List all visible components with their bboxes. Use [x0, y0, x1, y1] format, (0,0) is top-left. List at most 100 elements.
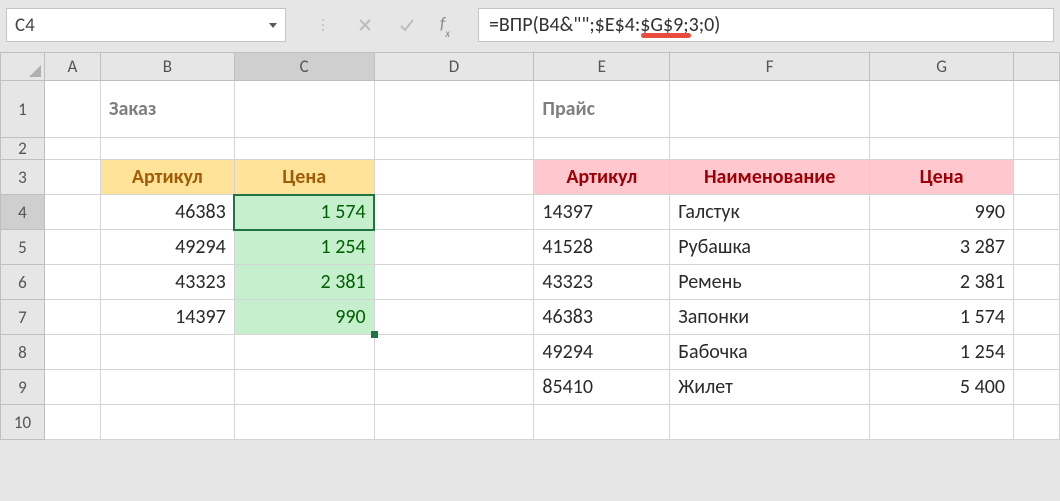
- cell-F1[interactable]: [670, 81, 870, 138]
- cell-D2[interactable]: [374, 138, 534, 160]
- cell-F4[interactable]: Галстук: [670, 195, 870, 230]
- cell-G3-header[interactable]: Цена: [870, 160, 1014, 195]
- cell-A7[interactable]: [44, 300, 100, 335]
- row-header-7[interactable]: 7: [1, 300, 45, 335]
- cell-E4[interactable]: 14397: [534, 195, 670, 230]
- cell-E9[interactable]: 85410: [534, 370, 670, 405]
- cell-D10[interactable]: [374, 405, 534, 440]
- cell-E10[interactable]: [534, 405, 670, 440]
- cell-F8[interactable]: Бабочка: [670, 335, 870, 370]
- cell-F7[interactable]: Запонки: [670, 300, 870, 335]
- cell-D5[interactable]: [374, 230, 534, 265]
- formula-input[interactable]: =ВПР(B4&"";$E$4:$G$9;3;0): [478, 8, 1054, 42]
- select-all-corner[interactable]: [1, 53, 45, 81]
- cell-G7[interactable]: 1 574: [870, 300, 1014, 335]
- col-header-G[interactable]: G: [870, 53, 1014, 81]
- cell-G9[interactable]: 5 400: [870, 370, 1014, 405]
- cell-D4[interactable]: [374, 195, 534, 230]
- cell-E7[interactable]: 46383: [534, 300, 670, 335]
- col-header-B[interactable]: B: [100, 53, 234, 81]
- cell-B2[interactable]: [100, 138, 234, 160]
- row-header-3[interactable]: 3: [1, 160, 45, 195]
- cell-F9[interactable]: Жилет: [670, 370, 870, 405]
- name-box[interactable]: C4: [6, 8, 286, 42]
- cell-blank4[interactable]: [1013, 195, 1059, 230]
- fx-icon[interactable]: fx: [440, 13, 456, 36]
- cell-C8[interactable]: [234, 335, 374, 370]
- col-header-F[interactable]: F: [670, 53, 870, 81]
- cell-blank1[interactable]: [1013, 81, 1059, 138]
- cell-B7[interactable]: 14397: [100, 300, 234, 335]
- cell-blank6[interactable]: [1013, 265, 1059, 300]
- cell-blank2[interactable]: [1013, 138, 1059, 160]
- cell-A5[interactable]: [44, 230, 100, 265]
- cell-C4-selected[interactable]: 1 574: [234, 195, 374, 230]
- cell-A10[interactable]: [44, 405, 100, 440]
- name-box-dropdown-icon[interactable]: [269, 23, 277, 28]
- row-header-6[interactable]: 6: [1, 265, 45, 300]
- cell-E2[interactable]: [534, 138, 670, 160]
- cell-B6[interactable]: 43323: [100, 265, 234, 300]
- cell-C3-header[interactable]: Цена: [234, 160, 374, 195]
- cell-C5[interactable]: 1 254: [234, 230, 374, 265]
- cell-D1[interactable]: [374, 81, 534, 138]
- cell-B8[interactable]: [100, 335, 234, 370]
- row-header-2[interactable]: 2: [1, 138, 45, 160]
- cell-blank10[interactable]: [1013, 405, 1059, 440]
- cell-F10[interactable]: [670, 405, 870, 440]
- row-header-1[interactable]: 1: [1, 81, 45, 138]
- cell-blank9[interactable]: [1013, 370, 1059, 405]
- accept-icon[interactable]: [398, 16, 416, 34]
- cell-C9[interactable]: [234, 370, 374, 405]
- cell-blank7[interactable]: [1013, 300, 1059, 335]
- cell-E6[interactable]: 43323: [534, 265, 670, 300]
- cell-F5[interactable]: Рубашка: [670, 230, 870, 265]
- row-header-4[interactable]: 4: [1, 195, 45, 230]
- cell-C1[interactable]: [234, 81, 374, 138]
- cell-C2[interactable]: [234, 138, 374, 160]
- cell-B9[interactable]: [100, 370, 234, 405]
- cell-A9[interactable]: [44, 370, 100, 405]
- cell-B3-header[interactable]: Артикул: [100, 160, 234, 195]
- row-header-9[interactable]: 9: [1, 370, 45, 405]
- cell-blank5[interactable]: [1013, 230, 1059, 265]
- cell-E1[interactable]: Прайс: [534, 81, 670, 138]
- cell-D3[interactable]: [374, 160, 534, 195]
- cell-A4[interactable]: [44, 195, 100, 230]
- cell-E3-header[interactable]: Артикул: [534, 160, 670, 195]
- row-header-10[interactable]: 10: [1, 405, 45, 440]
- cell-A6[interactable]: [44, 265, 100, 300]
- cell-E5[interactable]: 41528: [534, 230, 670, 265]
- cell-D8[interactable]: [374, 335, 534, 370]
- cell-B5[interactable]: 49294: [100, 230, 234, 265]
- cell-G2[interactable]: [870, 138, 1014, 160]
- col-header-E[interactable]: E: [534, 53, 670, 81]
- cell-D6[interactable]: [374, 265, 534, 300]
- cell-B10[interactable]: [100, 405, 234, 440]
- cell-A2[interactable]: [44, 138, 100, 160]
- cell-B1[interactable]: Заказ: [100, 81, 234, 138]
- cell-C6[interactable]: 2 381: [234, 265, 374, 300]
- fill-handle[interactable]: [371, 331, 378, 338]
- cell-A1[interactable]: [44, 81, 100, 138]
- cell-D7[interactable]: [374, 300, 534, 335]
- cell-G5[interactable]: 3 287: [870, 230, 1014, 265]
- cell-F2[interactable]: [670, 138, 870, 160]
- col-header-A[interactable]: A: [44, 53, 100, 81]
- cell-G4[interactable]: 990: [870, 195, 1014, 230]
- cell-blank8[interactable]: [1013, 335, 1059, 370]
- cell-G8[interactable]: 1 254: [870, 335, 1014, 370]
- spreadsheet-grid[interactable]: A B C D E F G 1 Заказ Прайс 2: [0, 52, 1060, 440]
- cell-A3[interactable]: [44, 160, 100, 195]
- cell-E8[interactable]: 49294: [534, 335, 670, 370]
- cell-G6[interactable]: 2 381: [870, 265, 1014, 300]
- cell-D9[interactable]: [374, 370, 534, 405]
- cell-A8[interactable]: [44, 335, 100, 370]
- row-header-5[interactable]: 5: [1, 230, 45, 265]
- cancel-icon[interactable]: [356, 16, 374, 34]
- cell-F3-header[interactable]: Наименование: [670, 160, 870, 195]
- row-header-8[interactable]: 8: [1, 335, 45, 370]
- cell-G1[interactable]: [870, 81, 1014, 138]
- cell-C7[interactable]: 990: [234, 300, 374, 335]
- cell-F6[interactable]: Ремень: [670, 265, 870, 300]
